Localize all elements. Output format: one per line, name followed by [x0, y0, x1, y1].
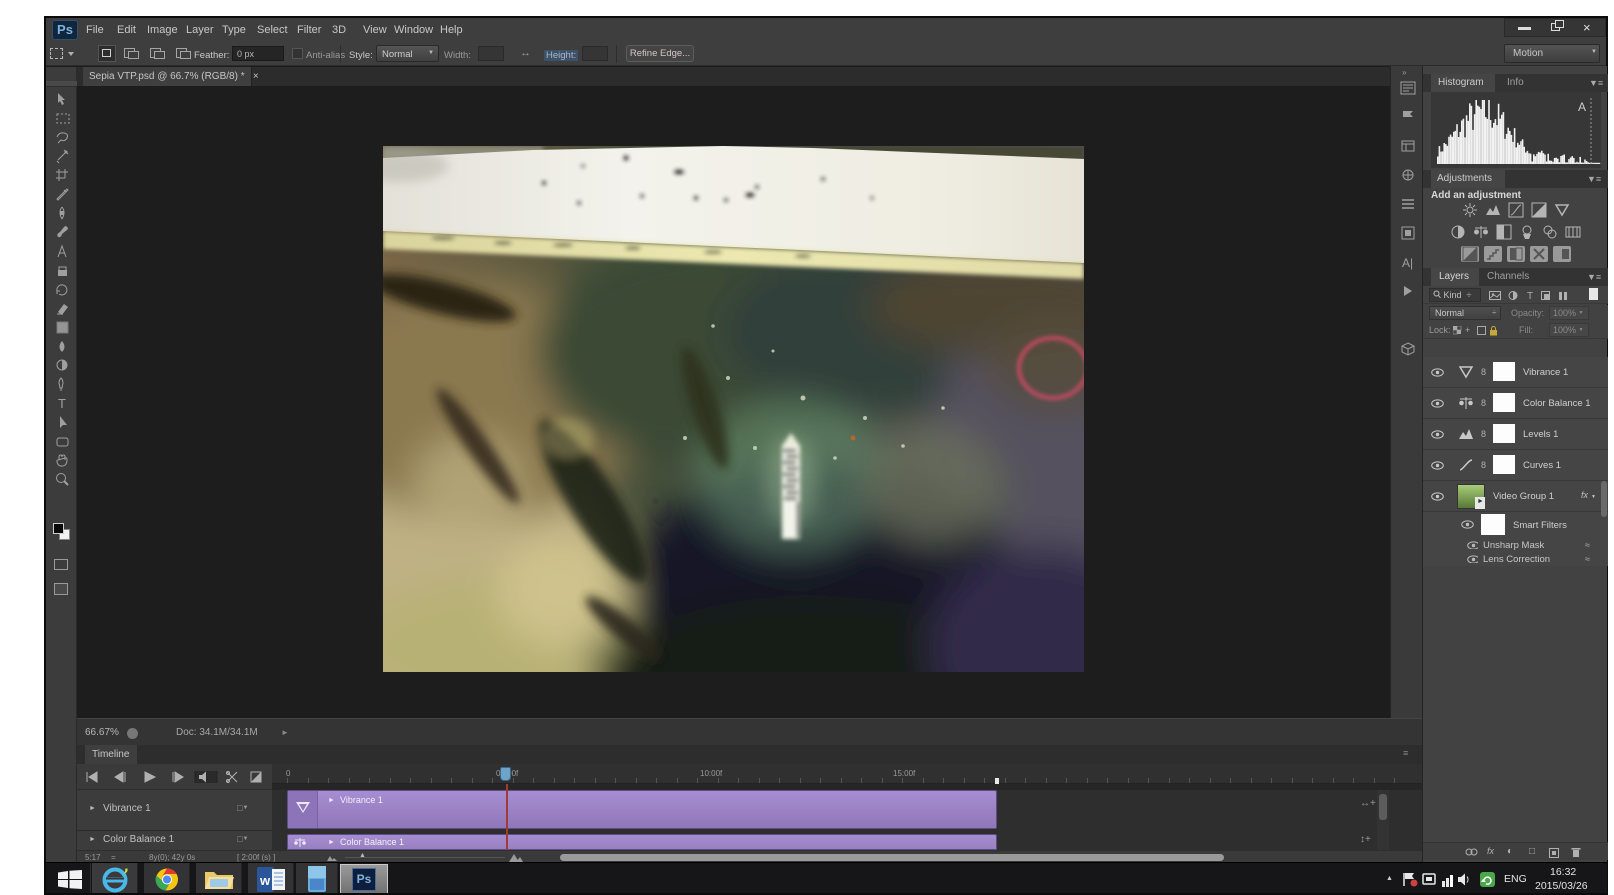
- svg-text:w: w: [259, 873, 271, 888]
- svg-text:A|: A|: [1402, 256, 1413, 270]
- svg-text:T: T: [58, 396, 66, 411]
- svg-text:A: A: [1578, 100, 1586, 114]
- svg-text:T: T: [1527, 291, 1533, 301]
